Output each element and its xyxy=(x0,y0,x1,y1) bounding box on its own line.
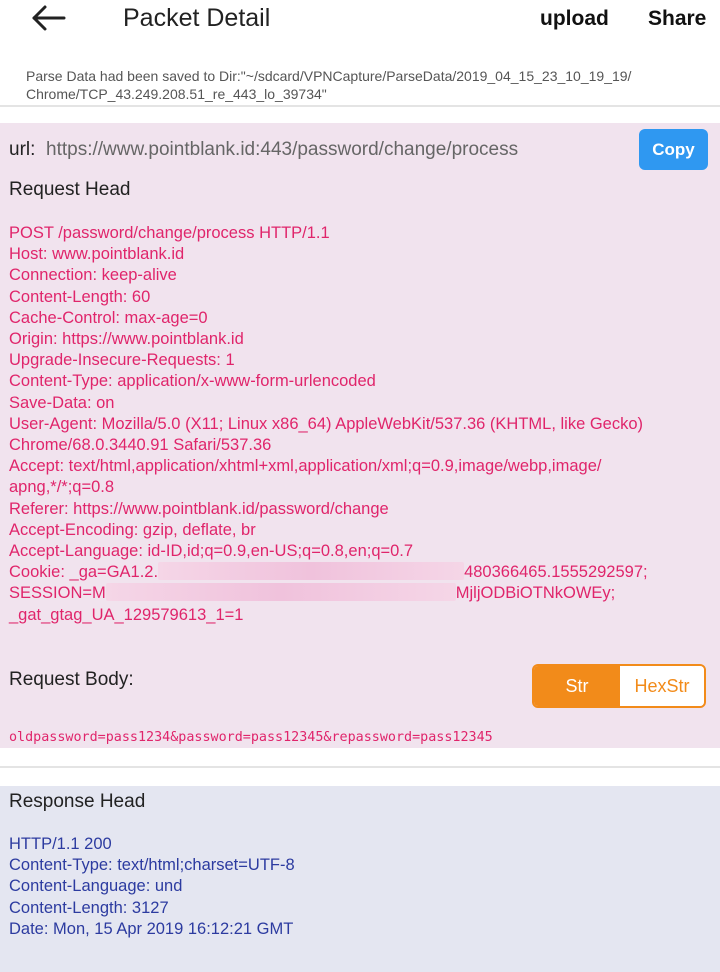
request-header-line: Save-Data: on xyxy=(9,393,115,412)
request-header-line: Origin: https://www.pointblank.id xyxy=(9,330,244,349)
share-button[interactable]: Share xyxy=(648,4,706,34)
request-header-line: Connection: keep-alive xyxy=(9,266,177,285)
request-body-title: Request Body: xyxy=(9,669,134,690)
request-header-line: Content-Type: application/x-www-form-url… xyxy=(9,372,376,391)
page-title: Packet Detail xyxy=(123,4,271,32)
cookie-line-suffix: MjljODBiOTNkOWEy; xyxy=(455,584,616,603)
request-header-line: POST /password/change/process HTTP/1.1 xyxy=(9,224,330,242)
body-format-toggle: Str HexStr xyxy=(532,664,706,708)
cookie-line-prefix: SESSION=M xyxy=(9,584,106,603)
save-path-line-2: Chrome/TCP_43.249.208.51_re_443_lo_39734… xyxy=(26,86,327,102)
response-head-title: Response Head xyxy=(9,791,146,812)
response-header-line: Content-Type: text/html;charset=UTF-8 xyxy=(9,856,295,875)
request-header-line: Host: www.pointblank.id xyxy=(9,245,185,264)
request-header-line: User-Agent: Mozilla/5.0 (X11; Linux x86_… xyxy=(9,414,644,433)
response-panel: Response Head HTTP/1.1 200 Content-Type:… xyxy=(0,786,720,972)
cookie-line-prefix: Cookie: _ga=GA1.2. xyxy=(9,563,159,582)
request-header-line: Upgrade-Insecure-Requests: 1 xyxy=(9,351,235,370)
redacted-blur xyxy=(105,583,456,602)
upload-button[interactable]: upload xyxy=(540,4,609,34)
response-header-line: HTTP/1.1 200 xyxy=(9,835,112,853)
response-header-line: Content-Length: 3127 xyxy=(9,898,169,917)
app-bar: Packet Detail upload Share xyxy=(0,0,720,40)
cookie-line: _gat_gtag_UA_129579613_1=1 xyxy=(9,605,244,624)
request-head-lines: POST /password/change/process HTTP/1.1 H… xyxy=(9,223,715,626)
back-button[interactable] xyxy=(30,2,70,34)
response-head-lines: HTTP/1.1 200 Content-Type: text/html;cha… xyxy=(9,834,295,940)
divider xyxy=(0,105,720,107)
request-header-line: Accept-Encoding: gzip, deflate, br xyxy=(9,520,256,539)
url-label: url: xyxy=(9,139,36,160)
request-header-line: Referer: https://www.pointblank.id/passw… xyxy=(9,499,389,518)
save-path-line-1: Parse Data had been saved to Dir:"~/sdca… xyxy=(26,68,632,84)
divider xyxy=(0,766,720,768)
url-value: https://www.pointblank.id:443/password/c… xyxy=(46,139,519,160)
request-header-line: Accept-Language: id-ID,id;q=0.9,en-US;q=… xyxy=(9,542,414,561)
copy-button[interactable]: Copy xyxy=(639,129,708,170)
arrow-left-icon xyxy=(32,5,66,31)
request-header-line: Cache-Control: max-age=0 xyxy=(9,308,208,327)
cookie-line: Cookie: _ga=GA1.2. 480366465.1555292597; xyxy=(9,562,715,583)
response-header-line: Content-Language: und xyxy=(9,877,183,896)
request-head-title: Request Head xyxy=(9,179,131,200)
request-header-line: Content-Length: 60 xyxy=(9,287,151,306)
save-path-notice: Parse Data had been saved to Dir:"~/sdca… xyxy=(26,67,706,103)
request-header-line: apng,*/*;q=0.8 xyxy=(9,478,115,497)
request-header-line: Accept: text/html,application/xhtml+xml,… xyxy=(9,457,602,476)
str-toggle-button[interactable]: Str xyxy=(534,666,620,706)
cookie-line-suffix: 480366465.1555292597; xyxy=(464,563,648,582)
cookie-line: SESSION=M MjljODBiOTNkOWEy; xyxy=(9,583,715,604)
hexstr-toggle-button[interactable]: HexStr xyxy=(620,666,704,706)
request-body-value: oldpassword=pass1234&password=pass12345&… xyxy=(9,730,493,745)
redacted-blur xyxy=(158,562,465,581)
request-panel: url: https://www.pointblank.id:443/passw… xyxy=(0,123,720,748)
request-header-line: Chrome/68.0.3440.91 Safari/537.36 xyxy=(9,436,272,455)
response-header-line: Date: Mon, 15 Apr 2019 16:12:21 GMT xyxy=(9,919,294,938)
